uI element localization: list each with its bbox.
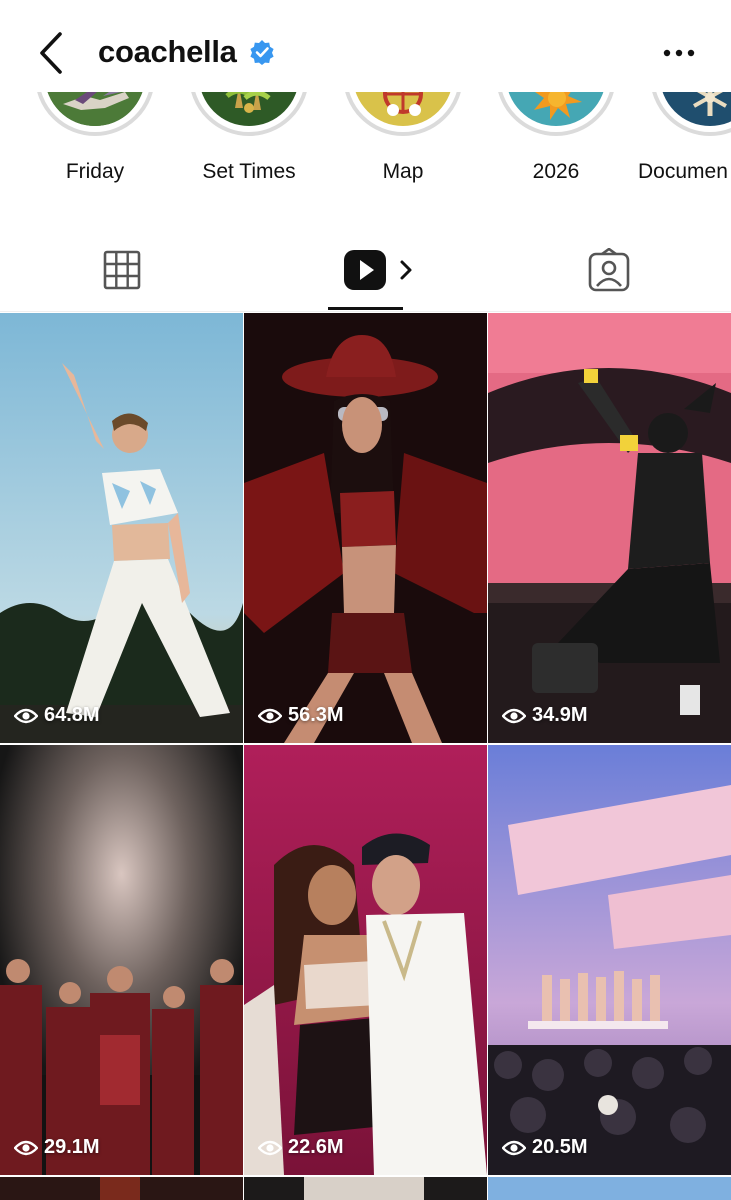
reel-tile[interactable]: 29.1M: [0, 745, 243, 1175]
view-count-label: 29.1M: [44, 1136, 100, 1158]
highlight-label: 2026: [532, 160, 580, 183]
verified-badge-icon: [250, 40, 274, 65]
eye-icon: [258, 1140, 282, 1155]
highlight-label: Set Times: [202, 160, 296, 183]
eye-icon: [14, 1140, 38, 1155]
profile-tabs: [0, 228, 731, 312]
profile-username: coachella: [98, 34, 237, 69]
tagged-user-icon[interactable]: [588, 248, 630, 292]
reels-play-icon[interactable]: [344, 248, 416, 292]
view-count: 34.9M: [502, 704, 588, 727]
back-chevron-icon[interactable]: [34, 30, 74, 76]
eye-icon: [502, 708, 526, 723]
view-count-label: 20.5M: [532, 1136, 588, 1158]
view-count: 56.3M: [258, 704, 344, 727]
reel-tile[interactable]: 64.8M: [0, 313, 243, 743]
view-count: 20.5M: [502, 1136, 588, 1159]
reel-tile[interactable]: [0, 1177, 243, 1200]
highlight-cover: [343, 92, 463, 136]
highlight-label: Documen: [638, 160, 728, 183]
eye-icon: [502, 1140, 526, 1155]
highlight-cover: [496, 92, 616, 136]
highlight-cover: [650, 92, 731, 136]
view-count: 22.6M: [258, 1136, 344, 1159]
highlight-cover: [189, 92, 309, 136]
eye-icon: [14, 708, 38, 723]
view-count-label: 64.8M: [44, 704, 100, 726]
reel-tile[interactable]: 56.3M: [244, 313, 487, 743]
profile-header: coachella: [0, 0, 731, 92]
highlight-cover: [35, 92, 155, 136]
reel-tile[interactable]: 34.9M: [488, 313, 731, 743]
reel-tile[interactable]: [244, 1177, 487, 1200]
reels-grid: 64.8M 56.3M 34.9M 29.1M 22.6M 20.5M: [0, 313, 731, 1200]
highlight-label: Friday: [65, 160, 125, 183]
grid-icon[interactable]: [103, 248, 141, 292]
story-highlights-row: Friday Set Times Map 2026 Documen: [0, 92, 731, 212]
view-count-label: 34.9M: [532, 704, 588, 726]
view-count: 64.8M: [14, 704, 100, 727]
active-tab-indicator: [328, 307, 403, 310]
reel-tile[interactable]: 20.5M: [488, 745, 731, 1175]
reel-tile[interactable]: [488, 1177, 731, 1200]
view-count-label: 56.3M: [288, 704, 344, 726]
reel-tile[interactable]: 22.6M: [244, 745, 487, 1175]
highlight-label: Map: [382, 160, 424, 183]
view-count-label: 22.6M: [288, 1136, 344, 1158]
eye-icon: [258, 708, 282, 723]
more-dots-icon[interactable]: [660, 40, 700, 66]
view-count: 29.1M: [14, 1136, 100, 1159]
profile-title-group: coachella: [98, 34, 275, 70]
